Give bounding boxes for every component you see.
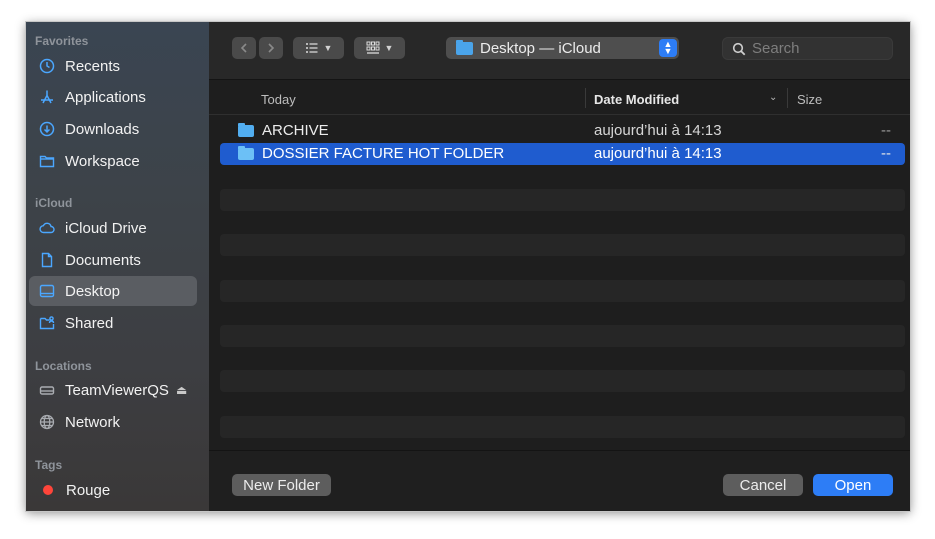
sidebar-item-documents[interactable]: Documents: [29, 245, 197, 275]
sidebar-item-teamviewerqs[interactable]: TeamViewerQS ⏏: [29, 375, 197, 405]
list-view-icon: [305, 43, 318, 53]
file-name: ARCHIVE: [262, 122, 329, 139]
sidebar-item-network[interactable]: Network: [29, 407, 197, 437]
file-date: aujourd’hui à 14:13: [594, 145, 722, 162]
search-field[interactable]: [722, 37, 893, 60]
folder-icon: [38, 152, 56, 170]
sidebar-item-icloud-drive[interactable]: iCloud Drive: [29, 213, 197, 243]
stepper-arrows-icon: ▲ ▼: [659, 39, 677, 57]
folder-icon: [238, 123, 254, 137]
tag-color-dot: [43, 485, 53, 495]
sidebar-item-label: Rouge: [66, 481, 111, 499]
sidebar-item-tag-rouge[interactable]: Rouge: [29, 475, 197, 505]
download-icon: [38, 120, 56, 138]
sort-chevron-icon: ⌄: [769, 92, 778, 103]
sidebar-section-icloud: iCloud: [35, 196, 73, 210]
sidebar-item-downloads[interactable]: Downloads: [29, 114, 197, 144]
chevron-left-icon: [240, 43, 247, 53]
location-label: Desktop — iCloud: [480, 39, 601, 57]
forward-button[interactable]: [259, 37, 283, 59]
sidebar-item-recents[interactable]: Recents: [29, 51, 197, 81]
location-popup[interactable]: Desktop — iCloud ▲ ▼: [446, 37, 679, 59]
empty-row-stripe: [220, 280, 905, 302]
chevron-down-icon: ▼: [323, 43, 333, 53]
navigation-buttons: [232, 37, 283, 59]
file-row-archive[interactable]: ARCHIVE aujourd’hui à 14:13 --: [220, 120, 905, 142]
empty-row-stripe: [220, 325, 905, 347]
toolbar: ▼ ▼ Desktop — iCloud ▲ ▼: [209, 22, 910, 80]
applications-icon: [38, 88, 56, 106]
list-header: Today Date Modified ⌄ Size: [209, 81, 910, 115]
column-divider: [585, 88, 586, 108]
empty-row-stripe: [220, 370, 905, 392]
sidebar-section-tags: Tags: [35, 458, 63, 472]
empty-row-stripe: [220, 416, 905, 438]
shared-folder-icon: [38, 314, 56, 332]
file-name: DOSSIER FACTURE HOT FOLDER: [262, 145, 505, 162]
file-size: --: [881, 122, 891, 139]
drive-icon: [38, 381, 56, 399]
clock-icon: [38, 57, 56, 75]
view-mode-button[interactable]: ▼: [293, 37, 344, 59]
document-icon: [38, 251, 56, 269]
sidebar-item-label: Network: [65, 413, 121, 431]
sidebar-item-desktop[interactable]: Desktop: [29, 276, 197, 306]
file-date: aujourd’hui à 14:13: [594, 122, 722, 139]
search-icon: [732, 42, 746, 55]
column-header-size[interactable]: Size: [797, 92, 822, 107]
chevron-down-icon: ▼: [384, 43, 394, 53]
eject-icon[interactable]: ⏏: [176, 383, 187, 397]
network-icon: [38, 413, 56, 431]
sidebar-item-shared[interactable]: Shared: [29, 308, 197, 338]
file-browser: ▼ ▼ Desktop — iCloud ▲▼ Today: [209, 22, 910, 511]
cloud-icon: [38, 219, 56, 237]
sidebar-item-label: Desktop: [65, 282, 121, 300]
sidebar-section-locations: Locations: [35, 359, 92, 373]
open-file-dialog: Favorites Recents Applications Downloads…: [26, 22, 910, 511]
group-by-button[interactable]: ▼: [354, 37, 405, 59]
empty-row-stripe: [220, 234, 905, 256]
empty-row-stripe: [220, 189, 905, 211]
sidebar-item-label: Shared: [65, 314, 114, 332]
sidebar-item-label: Documents: [65, 251, 141, 269]
sidebar-item-label: Workspace: [65, 152, 140, 170]
folder-icon: [238, 146, 254, 160]
chevron-right-icon: [268, 43, 275, 53]
cancel-button[interactable]: Cancel: [723, 474, 803, 496]
grid-view-icon: [366, 41, 380, 54]
sidebar-item-label: Applications: [65, 88, 146, 106]
sidebar-section-favorites: Favorites: [35, 34, 89, 48]
column-divider[interactable]: [787, 88, 788, 108]
sidebar-item-applications[interactable]: Applications: [29, 82, 197, 112]
sidebar-item-label: Downloads: [65, 120, 140, 138]
sidebar-item-label: iCloud Drive: [65, 219, 147, 237]
back-button[interactable]: [232, 37, 256, 59]
column-header-date-modified[interactable]: Date Modified: [594, 92, 679, 107]
sidebar-item-label: TeamViewerQS: [65, 381, 169, 399]
new-folder-button[interactable]: New Folder: [232, 474, 331, 496]
file-row-dossier-facture-hot-folder[interactable]: DOSSIER FACTURE HOT FOLDER aujourd’hui à…: [220, 143, 905, 165]
sidebar-item-workspace[interactable]: Workspace: [29, 146, 197, 176]
open-button[interactable]: Open: [813, 474, 893, 496]
file-size: --: [881, 145, 891, 162]
desktop-icon: [38, 282, 56, 300]
dialog-footer: New Folder Cancel Open: [209, 450, 910, 511]
search-input[interactable]: [752, 40, 882, 57]
folder-icon: [456, 39, 473, 55]
sidebar: Favorites Recents Applications Downloads…: [26, 22, 209, 511]
sidebar-item-label: Recents: [65, 57, 121, 75]
column-header-name[interactable]: Today: [261, 92, 296, 107]
